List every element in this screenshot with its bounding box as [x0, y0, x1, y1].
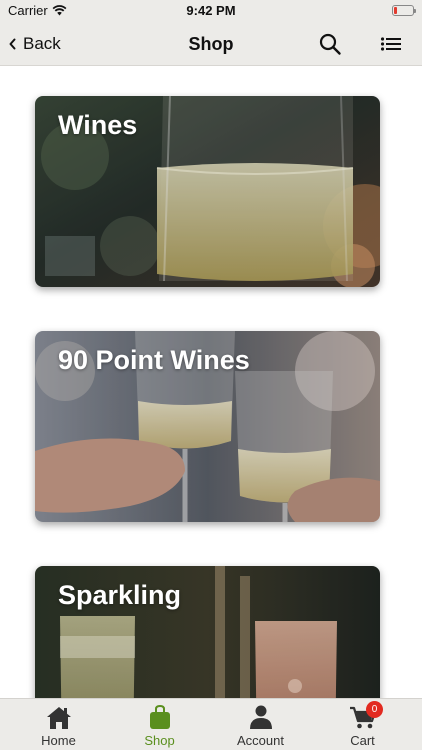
- list-menu-icon[interactable]: [380, 34, 402, 54]
- battery-icon: [392, 5, 416, 16]
- tab-label: Home: [41, 733, 76, 748]
- category-title: Sparkling: [58, 580, 182, 610]
- home-icon: [47, 707, 71, 729]
- battery-level: [394, 7, 397, 14]
- tab-label: Cart: [350, 733, 375, 748]
- search-icon[interactable]: [318, 32, 342, 56]
- tab-bar: Home Shop Account 0 Cart: [0, 698, 422, 750]
- person-icon: [250, 705, 272, 729]
- shopping-bag-icon: [150, 704, 170, 729]
- category-title: 90 Point Wines: [58, 345, 250, 375]
- category-card-90-point-wines[interactable]: 90 Point Wines: [35, 331, 380, 522]
- status-bar: Carrier 9:42 PM: [0, 0, 422, 22]
- category-card-wines[interactable]: Wines: [35, 96, 380, 287]
- tab-label: Account: [237, 733, 284, 748]
- tab-label: Shop: [144, 733, 175, 748]
- navigation-bar: Back Shop: [0, 22, 422, 66]
- page-title: Shop: [188, 34, 234, 54]
- cart-count-badge: 0: [366, 701, 383, 718]
- tab-account[interactable]: Account: [208, 699, 313, 750]
- status-time: 9:42 PM: [186, 3, 236, 18]
- category-card-sparkling[interactable]: Sparkling: [35, 566, 380, 698]
- tab-cart[interactable]: 0 Cart: [310, 699, 415, 750]
- tab-home[interactable]: Home: [6, 699, 111, 750]
- category-title: Wines: [58, 110, 138, 140]
- tab-shop[interactable]: Shop: [107, 699, 212, 750]
- shop-category-list: Wines 90 Point Wines Sparkling: [0, 67, 422, 698]
